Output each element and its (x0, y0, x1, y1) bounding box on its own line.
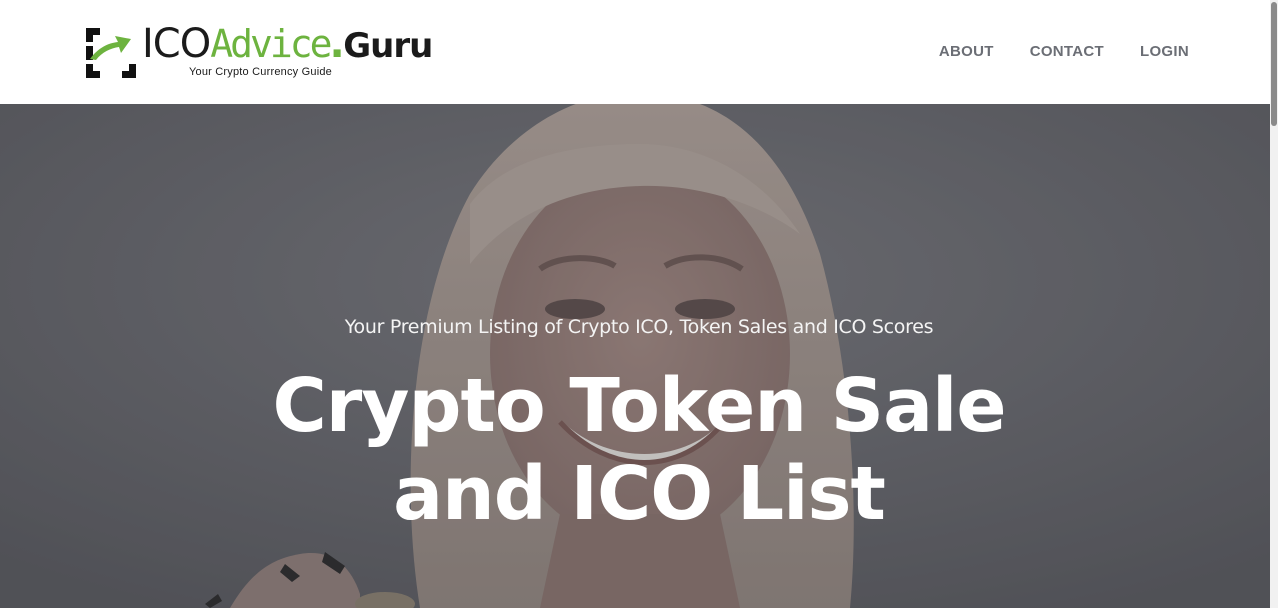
scrollbar-thumb[interactable] (1271, 2, 1277, 126)
logo-advice-text: Advice (210, 22, 332, 66)
nav-link-contact[interactable]: CONTACT (1030, 42, 1104, 62)
hero-title: Crypto Token Sale and ICO List (0, 362, 1270, 538)
logo-ico-text: ICO (142, 21, 211, 67)
page-scrollbar[interactable] (1270, 0, 1278, 608)
logo-tagline: Your Crypto Currency Guide (189, 66, 332, 78)
hero-section: Your Premium Listing of Crypto ICO, Toke… (0, 104, 1270, 608)
logo-guru-text: Guru (343, 26, 433, 66)
nav-link-login[interactable]: LOGIN (1140, 42, 1189, 62)
nav-link-about[interactable]: ABOUT (939, 42, 994, 62)
hero-subtitle: Your Premium Listing of Crypto ICO, Toke… (344, 316, 934, 338)
site-header: ICOAdvice.Guru Your Crypto Currency Guid… (0, 0, 1270, 104)
arrow-bracket-logo-icon (86, 28, 136, 78)
logo-wordmark: ICOAdvice.Guru (142, 21, 433, 67)
logo-dot: . (329, 21, 345, 67)
hero-title-line-1: Crypto Token Sale (272, 363, 1006, 449)
main-nav: ABOUT CONTACT LOGIN (939, 42, 1189, 62)
site-logo[interactable]: ICOAdvice.Guru Your Crypto Currency Guid… (84, 22, 433, 84)
hero-title-line-2: and ICO List (393, 451, 886, 537)
